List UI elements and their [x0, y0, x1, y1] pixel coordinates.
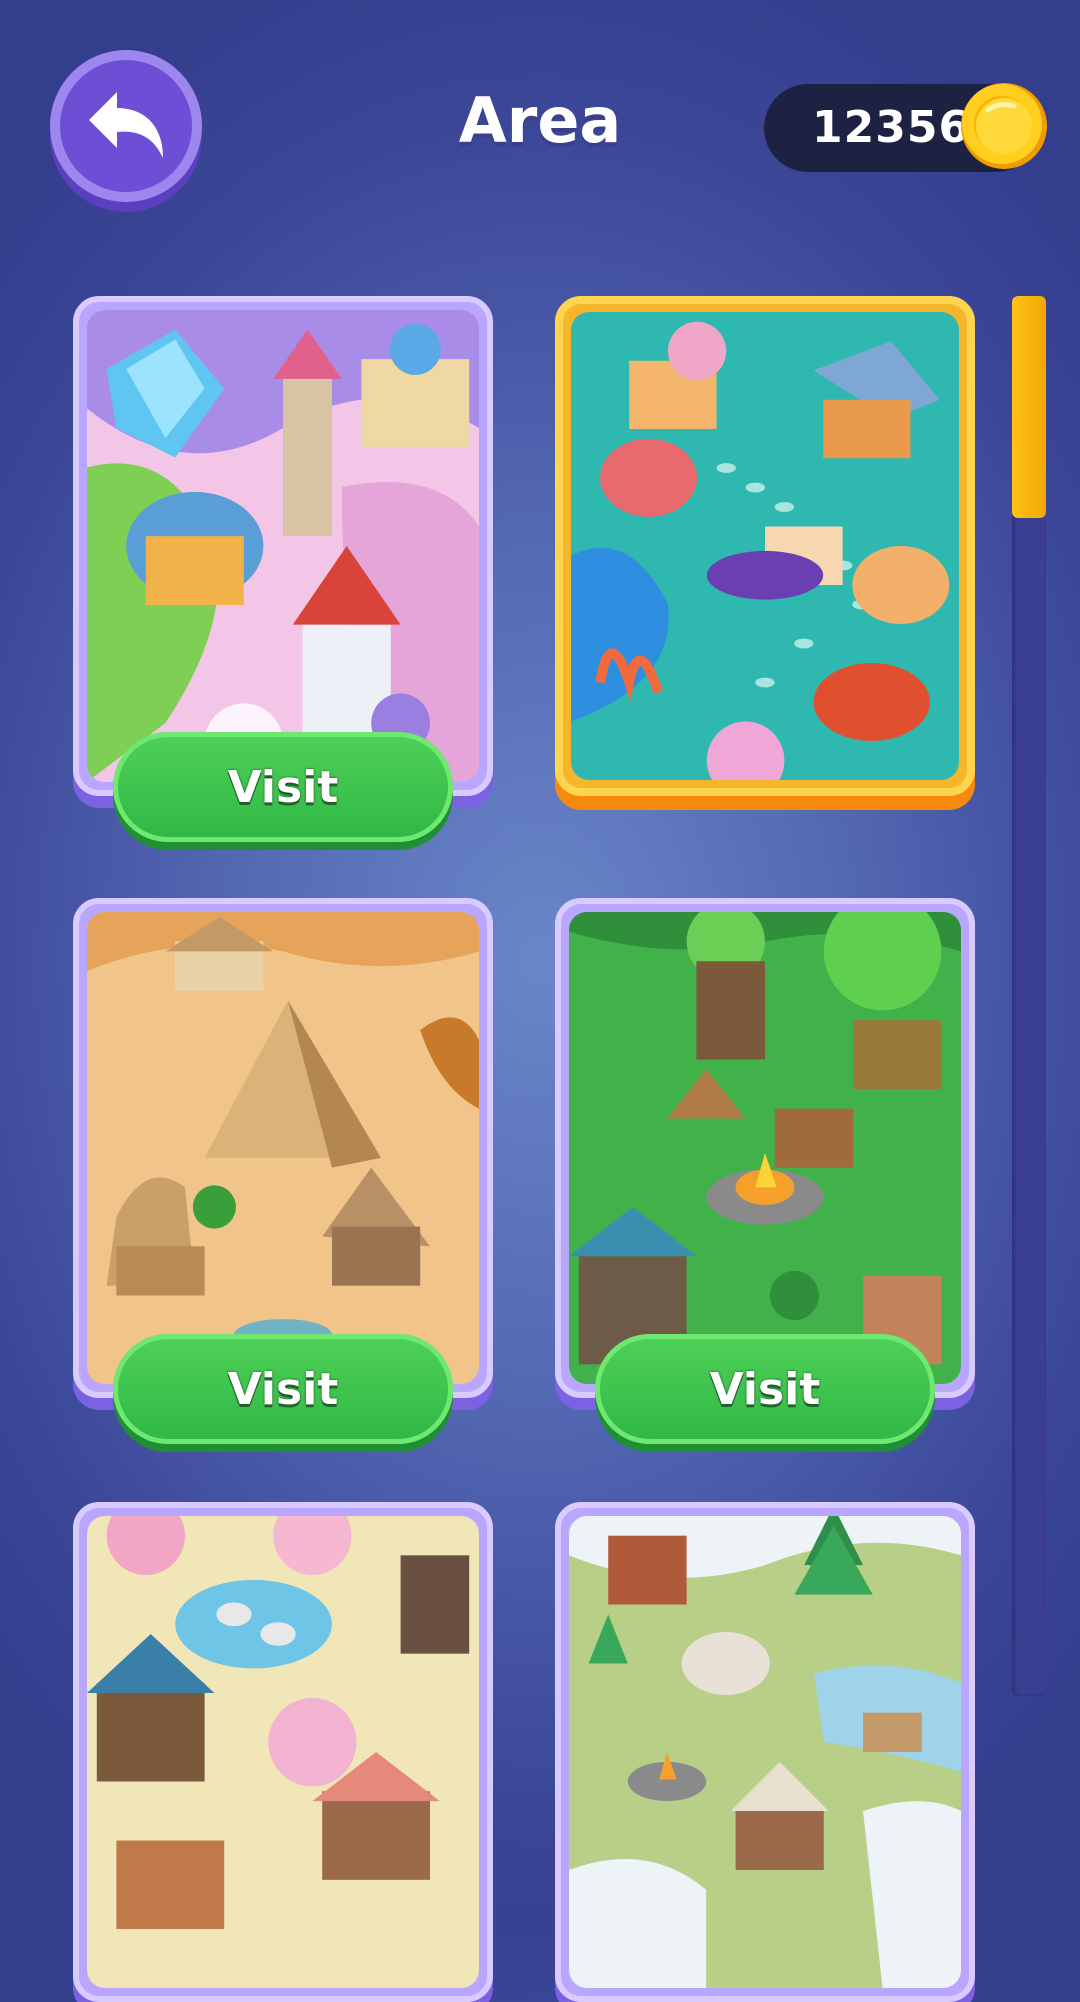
area-card-fantasy[interactable]: Visit — [73, 296, 493, 842]
area-image-fantasy — [87, 310, 479, 782]
area-image-snow — [569, 1516, 961, 1988]
visit-button-desert[interactable]: Visit — [113, 1334, 453, 1444]
area-card-underwater[interactable] — [555, 296, 975, 796]
area-image-forest — [569, 912, 961, 1384]
area-image-blossom — [87, 1516, 479, 1988]
area-image-desert — [87, 912, 479, 1384]
visit-button-forest[interactable]: Visit — [595, 1334, 935, 1444]
area-card-desert[interactable]: Visit — [73, 898, 493, 1444]
area-card-blossom[interactable] — [73, 1502, 493, 2002]
area-card-snow[interactable] — [555, 1502, 975, 2002]
scrollbar-thumb[interactable] — [1012, 296, 1046, 518]
area-card-forest[interactable]: Visit — [555, 898, 975, 1444]
coin-icon — [961, 83, 1047, 169]
visit-button-fantasy[interactable]: Visit — [113, 732, 453, 842]
area-image-underwater — [571, 312, 959, 780]
coin-count: 12356 — [812, 102, 971, 153]
